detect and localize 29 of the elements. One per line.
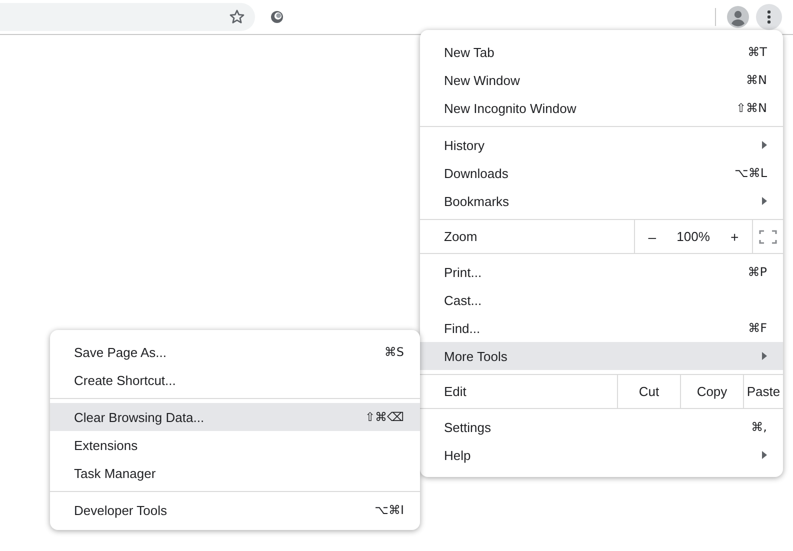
- zoom-in-button[interactable]: +: [724, 226, 745, 246]
- menu-item[interactable]: More Tools: [420, 342, 783, 370]
- menu-item[interactable]: Print... ⌘P: [420, 258, 783, 286]
- fullscreen-icon: [759, 230, 777, 244]
- menu-item[interactable]: Developer Tools ⌥⌘I: [50, 496, 420, 524]
- menu-item[interactable]: Find... ⌘F: [420, 314, 783, 342]
- extension-icon[interactable]: [270, 10, 284, 24]
- menu-item[interactable]: Cast...: [420, 286, 783, 314]
- profile-icon[interactable]: [727, 6, 749, 28]
- menu-item[interactable]: Downloads ⌥⌘L: [420, 159, 783, 187]
- menu-item[interactable]: Help: [420, 441, 783, 469]
- menu-item[interactable]: History: [420, 131, 783, 159]
- menu-item[interactable]: Extensions: [50, 431, 420, 459]
- menu-item[interactable]: New Tab ⌘T: [420, 38, 783, 66]
- menu-item[interactable]: Create Shortcut...: [50, 366, 420, 394]
- menu-item[interactable]: Save Page As... ⌘S: [50, 338, 420, 366]
- menu-label: Edit: [443, 384, 468, 399]
- menu-item[interactable]: Bookmarks: [420, 187, 783, 215]
- menu-item[interactable]: Task Manager: [50, 459, 420, 487]
- menu-item[interactable]: New Incognito Window ⇧⌘N: [420, 94, 783, 122]
- menu-item[interactable]: New Window ⌘N: [420, 66, 783, 94]
- address-field[interactable]: [0, 3, 255, 31]
- menu-item[interactable]: Settings ⌘,: [420, 413, 783, 441]
- menu-icon[interactable]: [756, 4, 782, 30]
- zoom-level: 100%: [676, 229, 710, 244]
- menu-item[interactable]: Clear Browsing Data... ⇧⌘⌫: [50, 403, 420, 431]
- menu-label: Zoom: [443, 229, 478, 244]
- zoom-out-button[interactable]: –: [642, 226, 662, 246]
- star-icon[interactable]: [229, 9, 245, 25]
